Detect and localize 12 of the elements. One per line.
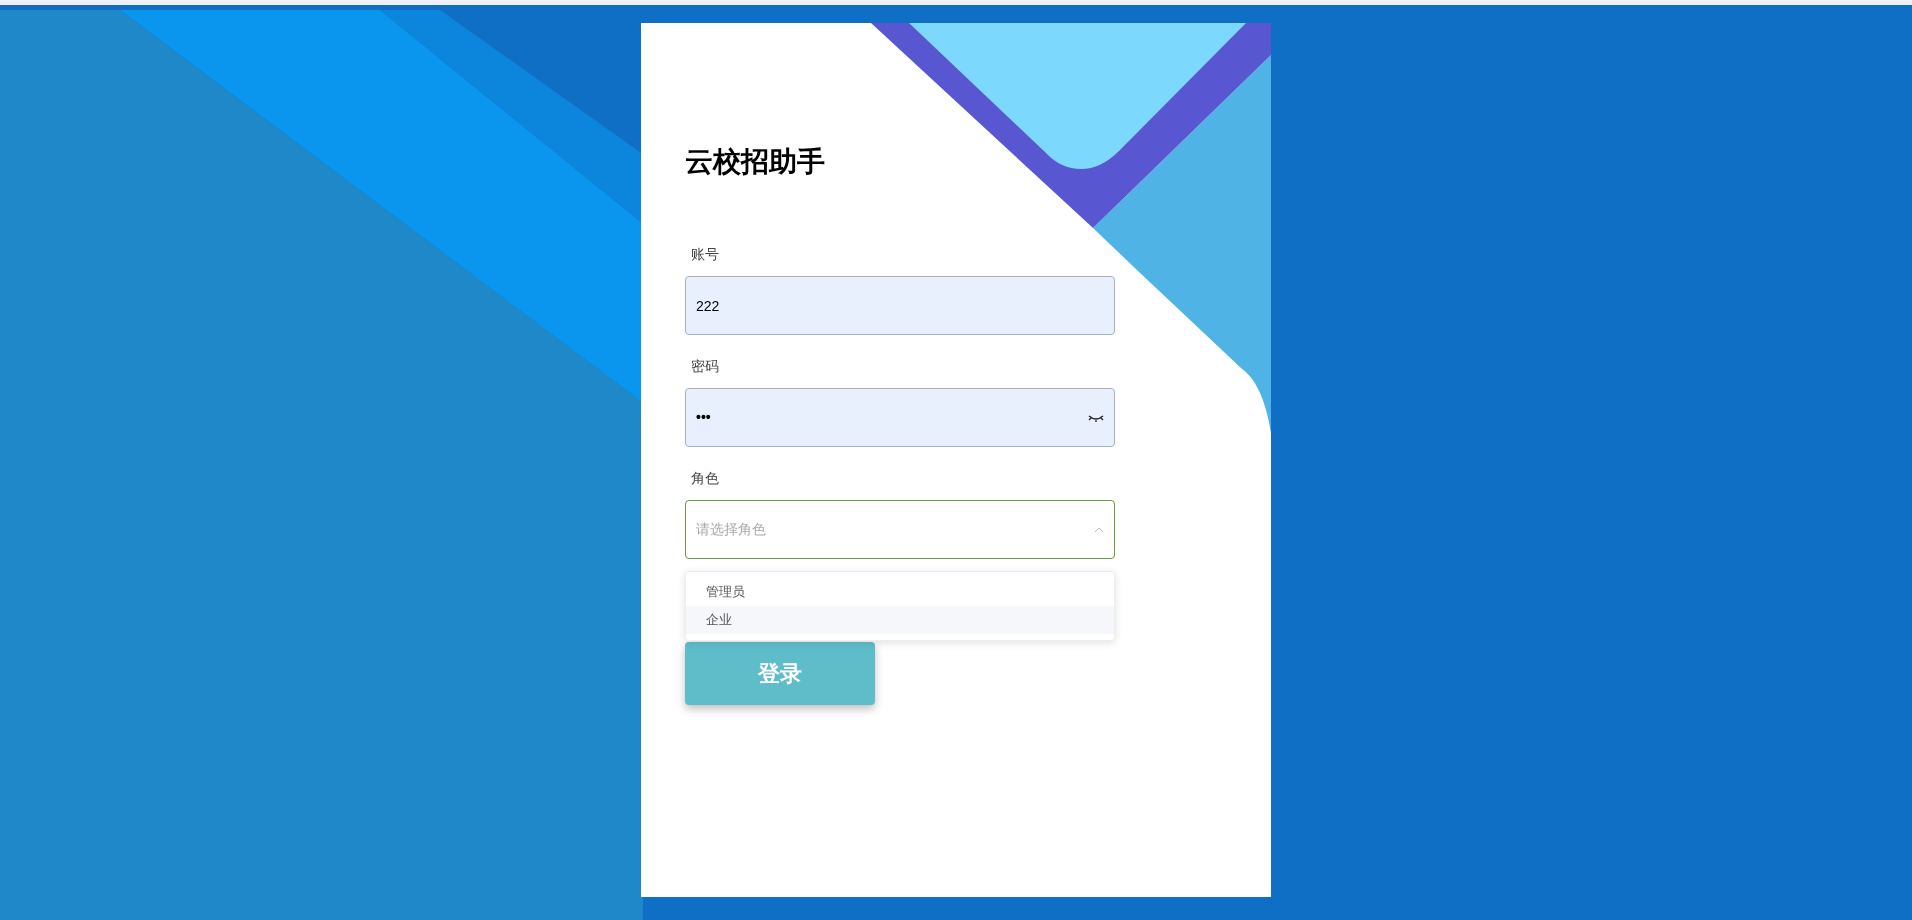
field-label: 密码 (691, 357, 719, 375)
app-title: 云校招助手 (685, 147, 825, 177)
chevron-icon (1094, 526, 1104, 533)
field-label: 角色 (691, 469, 719, 487)
closed-eye-icon[interactable] (1088, 413, 1104, 422)
password-field[interactable]: ••• (685, 388, 1115, 447)
field-label: 账号 (691, 245, 719, 263)
dropdown-option[interactable]: 企业 (686, 606, 1114, 634)
password-value: ••• (696, 408, 711, 427)
account-field[interactable]: 222 (685, 276, 1115, 335)
select-placeholder: 请选择角色 (696, 520, 766, 539)
dropdown-option[interactable]: 管理员 (686, 578, 1114, 606)
